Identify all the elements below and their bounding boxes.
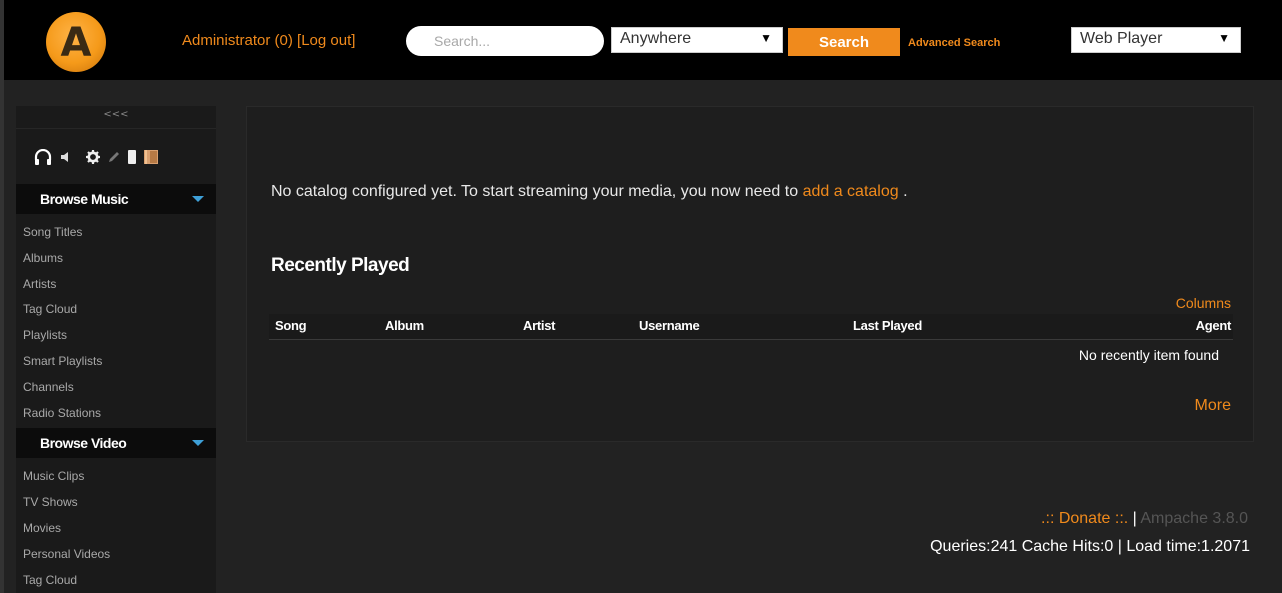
door-icon[interactable] [144, 149, 158, 164]
browse-music-list: Song Titles Albums Artists Tag Cloud Pla… [16, 220, 216, 426]
user-area: Administrator (0) [Log out] [182, 32, 355, 49]
version-link[interactable]: Ampache 3.8.0 [1140, 510, 1248, 527]
column-artist[interactable]: Artist [523, 318, 555, 333]
triangle-down-icon [192, 440, 204, 447]
search-input[interactable] [406, 26, 604, 56]
sidebar-item-movies[interactable]: Movies [4, 516, 216, 542]
no-catalog-message: No catalog configured yet. To start stre… [271, 183, 908, 201]
dropdown-arrow-icon: ▼ [760, 31, 772, 45]
sidebar-item-video-tag-cloud[interactable]: Tag Cloud [4, 568, 216, 593]
sidebar-collapse-toggle[interactable]: <<< [16, 106, 216, 128]
sidebar-item-channels[interactable]: Channels [4, 375, 216, 401]
sidebar-item-albums[interactable]: Albums [4, 246, 216, 272]
ampache-logo[interactable]: A [46, 12, 106, 72]
sidebar: <<< Browse Music Song Titles Albums Arti… [16, 106, 216, 593]
sidebar-item-playlists[interactable]: Playlists [4, 323, 216, 349]
no-catalog-end: . [903, 183, 908, 200]
section-title: Browse Music [40, 191, 129, 207]
section-browse-video[interactable]: Browse Video [16, 428, 216, 459]
recent-table-header: Song Album Artist Username Last Played A… [269, 314, 1233, 340]
headphones-icon[interactable] [34, 148, 52, 165]
player-select[interactable]: Web Player ▼ [1071, 27, 1241, 53]
dropdown-arrow-icon: ▼ [1218, 31, 1230, 45]
user-name-link[interactable]: Administrator (0) [182, 32, 293, 49]
section-browse-music[interactable]: Browse Music [16, 184, 216, 214]
advanced-search-link[interactable]: Advanced Search [908, 37, 1000, 49]
search-scope-select[interactable]: Anywhere ▼ [611, 27, 783, 53]
add-catalog-link[interactable]: add a catalog [803, 183, 899, 200]
sidebar-item-tag-cloud[interactable]: Tag Cloud [4, 297, 216, 323]
footer-links: .:: Donate ::. | Ampache 3.8.0 [1041, 510, 1248, 528]
logout-link[interactable]: [Log out] [297, 32, 355, 49]
speaker-icon[interactable] [60, 151, 70, 163]
sidebar-item-smart-playlists[interactable]: Smart Playlists [4, 349, 216, 375]
donate-link[interactable]: .:: Donate ::. [1041, 510, 1128, 527]
footer-stats: Queries:241 Cache Hits:0 | Load time:1.2… [930, 538, 1250, 555]
sidebar-item-artists[interactable]: Artists [4, 272, 216, 298]
pencil-icon[interactable] [108, 151, 120, 163]
column-username[interactable]: Username [639, 318, 700, 333]
empty-table-message: No recently item found [1078, 347, 1219, 363]
search-button[interactable]: Search [788, 28, 900, 56]
sidebar-item-tv-shows[interactable]: TV Shows [4, 490, 216, 516]
player-select-value: Web Player [1080, 30, 1163, 47]
section-title: Browse Video [40, 435, 127, 452]
more-link[interactable]: More [1195, 397, 1231, 415]
main-panel: No catalog configured yet. To start stre… [246, 106, 1254, 442]
recently-played-title: Recently Played [271, 255, 410, 276]
footer-separator: | [1132, 510, 1137, 527]
triangle-down-icon [192, 196, 204, 202]
sidebar-item-personal-videos[interactable]: Personal Videos [4, 542, 216, 568]
top-header: A Administrator (0) [Log out] Anywhere ▼… [4, 0, 1282, 80]
sidebar-item-radio-stations[interactable]: Radio Stations [4, 401, 216, 427]
logo-letter: A [60, 20, 92, 66]
sidebar-item-music-clips[interactable]: Music Clips [4, 464, 216, 490]
column-song[interactable]: Song [275, 318, 307, 333]
sidebar-item-song-titles[interactable]: Song Titles [4, 220, 216, 246]
search-scope-value: Anywhere [620, 30, 692, 47]
gear-icon[interactable] [86, 149, 100, 164]
sidebar-toolbar [16, 128, 216, 184]
column-last-played[interactable]: Last Played [853, 318, 922, 333]
column-album[interactable]: Album [385, 318, 424, 333]
column-agent[interactable]: Agent [1196, 318, 1232, 333]
phone-icon[interactable] [128, 149, 136, 164]
columns-link[interactable]: Columns [1176, 295, 1231, 311]
browse-video-list: Music Clips TV Shows Movies Personal Vid… [16, 464, 216, 593]
no-catalog-text: No catalog configured yet. To start stre… [271, 183, 799, 200]
